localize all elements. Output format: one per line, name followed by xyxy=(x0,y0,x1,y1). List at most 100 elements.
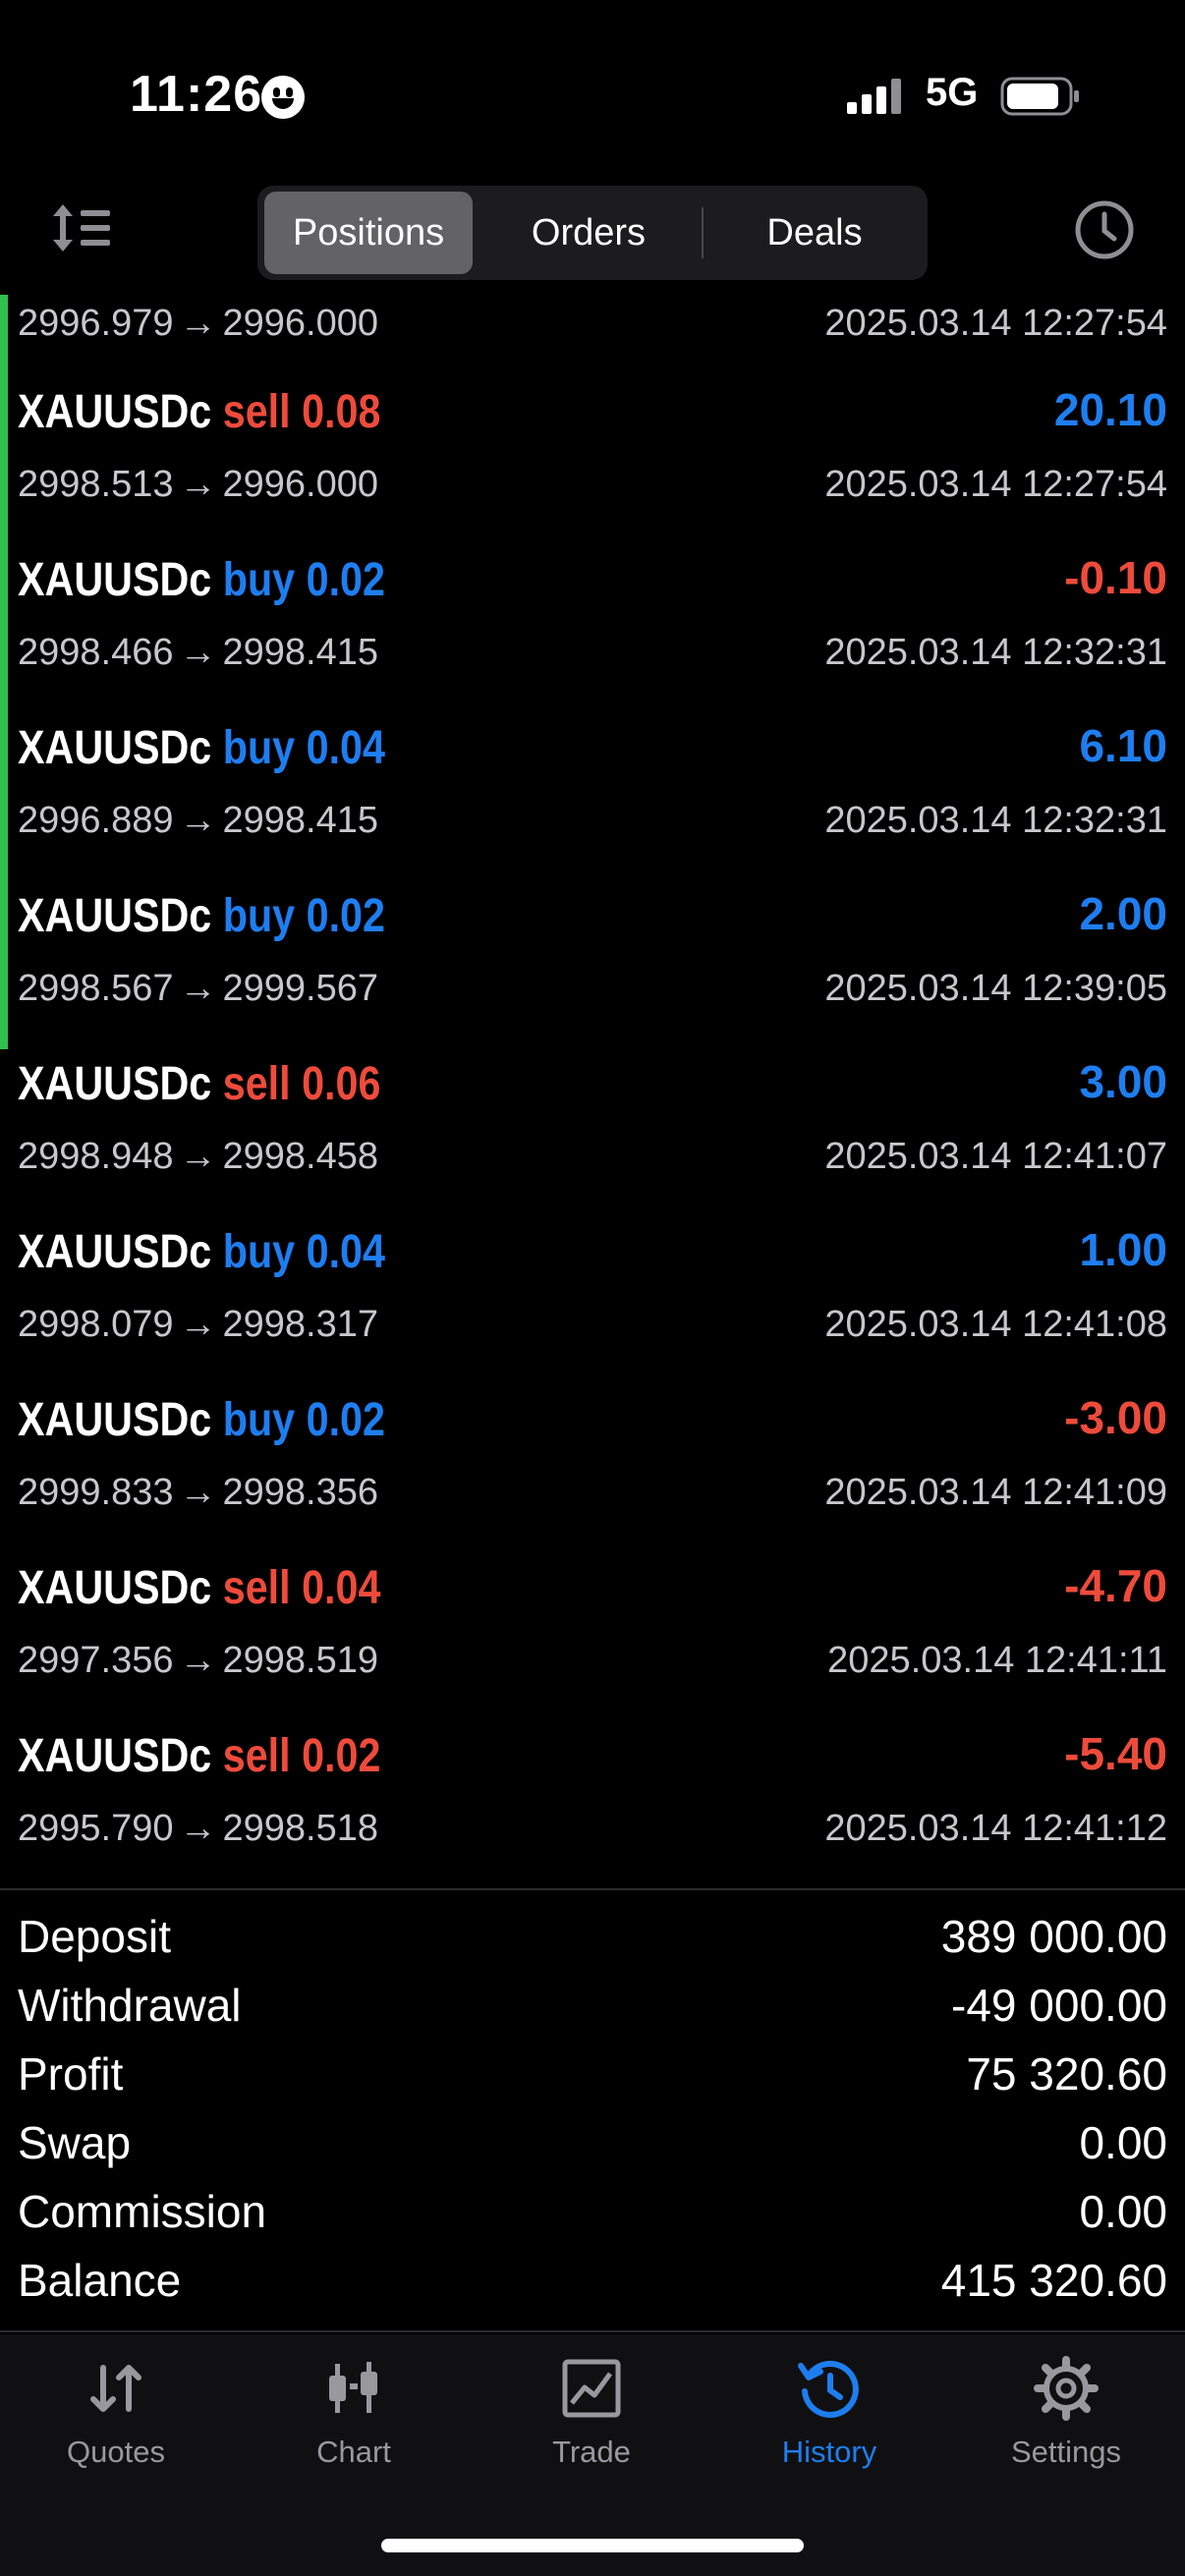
deal-volume: 0.04 xyxy=(302,1562,381,1614)
deal-profit: 6.10 xyxy=(1079,720,1167,771)
summary-value-withdrawal: -49 000.00 xyxy=(951,1980,1167,2031)
list-item[interactable]: XAUUSDc sell 0.02 -5.40 2995.790 → 2998.518 2… xyxy=(0,1709,1185,1877)
tab-deals[interactable]: Deals xyxy=(709,192,920,274)
deal-type: buy xyxy=(222,1394,296,1446)
open-price: 2998.079 xyxy=(18,1304,174,1345)
deal-type: sell xyxy=(222,1058,291,1110)
open-price: 2998.948 xyxy=(18,1136,174,1177)
close-price: 2999.567 xyxy=(222,968,379,1009)
deal-title: XAUUSDc sell 0.08 xyxy=(18,385,380,439)
deal-volume: 0.08 xyxy=(302,386,381,438)
summary-value-deposit: 389 000.00 xyxy=(940,1911,1167,1962)
deal-prices: 2995.790 → 2998.518 xyxy=(18,1808,379,1849)
deal-title: XAUUSDc sell 0.06 xyxy=(18,1057,380,1111)
close-price: 2998.317 xyxy=(222,1304,379,1345)
tab-chart[interactable]: Chart xyxy=(255,2354,452,2492)
deal-datetime: 2025.03.14 12:27:54 xyxy=(824,464,1167,505)
list-item[interactable]: XAUUSDc buy 0.02 -0.10 2998.466 → 2998.415 20… xyxy=(0,533,1185,701)
deal-prices: 2997.356 → 2998.519 xyxy=(18,1640,379,1681)
tab-positions[interactable]: Positions xyxy=(264,192,473,274)
list-item[interactable]: XAUUSDc buy 0.02 -3.00 2999.833 → 2998.356 20… xyxy=(0,1373,1185,1541)
tab-trade[interactable]: Trade xyxy=(493,2354,690,2492)
home-indicator xyxy=(381,2539,804,2552)
gear-icon xyxy=(1034,2356,1099,2421)
deal-datetime: 2025.03.14 12:32:31 xyxy=(824,632,1167,673)
list-item[interactable]: XAUUSDc buy 0.02 2.00 2998.567 → 2999.567 202… xyxy=(0,869,1185,1037)
tab-orders[interactable]: Orders xyxy=(483,192,694,274)
divider xyxy=(0,2330,1185,2332)
deal-volume: 0.04 xyxy=(306,722,385,774)
candlestick-icon xyxy=(329,2362,377,2413)
deal-type: sell xyxy=(222,1562,291,1614)
sort-icon[interactable] xyxy=(49,198,114,257)
deal-title: XAUUSDc buy 0.04 xyxy=(18,1225,385,1279)
deal-prices: 2999.833 → 2998.356 xyxy=(18,1472,379,1513)
divider xyxy=(0,1888,1185,1890)
deal-datetime: 2025.03.14 12:39:05 xyxy=(824,968,1167,1009)
deal-title: XAUUSDc buy 0.02 xyxy=(18,553,385,607)
tab-settings[interactable]: Settings xyxy=(968,2354,1164,2492)
deal-datetime: 2025.03.14 12:32:31 xyxy=(824,800,1167,841)
segment-divider xyxy=(702,207,704,258)
deal-symbol: XAUUSDc xyxy=(18,1730,212,1782)
account-summary: Deposit 389 000.00 Withdrawal -49 000.00 P… xyxy=(0,1902,1185,2315)
cellular-signal-icon xyxy=(847,79,901,114)
deal-volume: 0.02 xyxy=(306,890,385,942)
tab-history[interactable]: History xyxy=(731,2354,928,2492)
list-item[interactable]: 2996.979 → 2996.000 2025.03.14 12:27:54 xyxy=(0,291,1185,365)
deal-profit: -0.10 xyxy=(1064,552,1167,603)
deal-volume: 0.02 xyxy=(306,1394,385,1446)
clock-icon[interactable] xyxy=(1073,198,1136,261)
summary-value-commission: 0.00 xyxy=(1079,2186,1167,2237)
deal-symbol: XAUUSDc xyxy=(18,890,212,942)
deal-type: buy xyxy=(222,890,296,942)
deal-prices: 2998.079 → 2998.317 xyxy=(18,1304,379,1345)
deal-title: XAUUSDc sell 0.04 xyxy=(18,1561,380,1615)
open-price: 2998.466 xyxy=(18,632,174,673)
summary-label-commission: Commission xyxy=(18,2186,267,2237)
deal-profit: -5.40 xyxy=(1064,1728,1167,1779)
deal-type: buy xyxy=(222,554,296,606)
list-item[interactable]: XAUUSDc sell 0.04 -4.70 2997.356 → 2998.519 2… xyxy=(0,1541,1185,1709)
close-price: 2998.356 xyxy=(222,1472,379,1513)
status-time: 11:26 xyxy=(130,66,263,123)
deal-title: XAUUSDc sell 0.02 xyxy=(18,1729,380,1783)
deal-list: 2996.979 → 2996.000 2025.03.14 12:27:54 XA… xyxy=(0,291,1185,1877)
close-price: 2998.519 xyxy=(222,1640,379,1681)
deal-symbol: XAUUSDc xyxy=(18,1058,212,1110)
deal-datetime: 2025.03.14 12:41:12 xyxy=(824,1808,1167,1849)
deal-prices: 2998.513 → 2996.000 xyxy=(18,464,378,505)
focus-mode-icon xyxy=(261,76,305,119)
deal-type: buy xyxy=(222,1226,296,1278)
open-price: 2998.513 xyxy=(18,464,174,505)
deal-volume: 0.06 xyxy=(302,1058,381,1110)
tab-quotes[interactable]: Quotes xyxy=(18,2354,214,2492)
deal-symbol: XAUUSDc xyxy=(18,1226,212,1278)
close-price: 2998.415 xyxy=(222,800,379,841)
list-item[interactable]: XAUUSDc buy 0.04 1.00 2998.079 → 2998.317 202… xyxy=(0,1205,1185,1373)
deal-prices: 2998.567 → 2999.567 xyxy=(18,968,379,1009)
close-price: 2998.458 xyxy=(222,1136,379,1177)
summary-value-balance: 415 320.60 xyxy=(940,2255,1167,2306)
deal-volume: 0.02 xyxy=(302,1730,381,1782)
deal-datetime: 2025.03.14 12:41:09 xyxy=(824,1472,1167,1513)
list-item[interactable]: XAUUSDc buy 0.04 6.10 2996.889 → 2998.415 202… xyxy=(0,701,1185,869)
list-item[interactable]: XAUUSDc sell 0.06 3.00 2998.948 → 2998.458 20… xyxy=(0,1037,1185,1205)
deal-profit: 20.10 xyxy=(1053,384,1167,435)
summary-label-deposit: Deposit xyxy=(18,1911,171,1962)
deal-symbol: XAUUSDc xyxy=(18,386,212,438)
summary-value-swap: 0.00 xyxy=(1079,2117,1167,2168)
history-clock-icon xyxy=(798,2361,859,2418)
deal-type: buy xyxy=(222,722,296,774)
deal-symbol: XAUUSDc xyxy=(18,554,212,606)
close-price: 2998.518 xyxy=(222,1808,379,1849)
battery-icon xyxy=(1000,77,1079,116)
summary-label-swap: Swap xyxy=(18,2117,132,2168)
deal-profit: 3.00 xyxy=(1079,1056,1167,1107)
open-price: 2999.833 xyxy=(18,1472,174,1513)
deal-volume: 0.02 xyxy=(306,554,385,606)
trade-chart-icon xyxy=(562,2359,621,2418)
open-price: 2997.356 xyxy=(18,1640,174,1681)
list-item[interactable]: XAUUSDc sell 0.08 20.10 2998.513 → 2996.000 2… xyxy=(0,365,1185,533)
open-price: 2998.567 xyxy=(18,968,174,1009)
